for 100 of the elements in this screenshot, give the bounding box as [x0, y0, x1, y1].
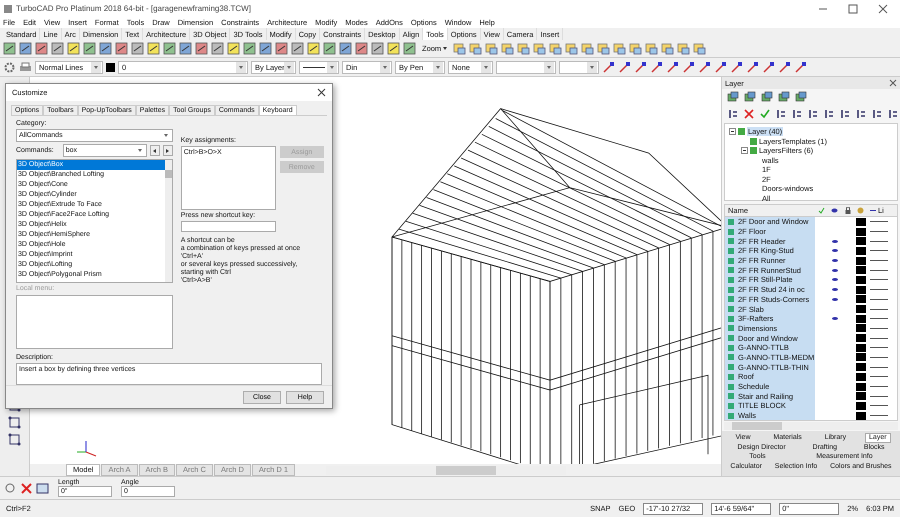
snap-icon[interactable]	[762, 60, 775, 74]
layer-tool-icon[interactable]	[743, 108, 755, 121]
tool-icon[interactable]	[147, 42, 160, 55]
color-swatch[interactable]	[856, 228, 866, 236]
tool-icon[interactable]	[99, 42, 112, 55]
snap-icon[interactable]	[714, 60, 727, 74]
collapse-icon[interactable]	[741, 147, 748, 154]
snap-icon[interactable]	[698, 60, 711, 74]
color-swatch[interactable]	[856, 372, 866, 381]
snap-icon[interactable]	[746, 60, 759, 74]
snap-icon[interactable]	[682, 60, 695, 74]
shortcut-key-field[interactable]	[180, 221, 276, 232]
layer-tool-icon[interactable]	[775, 108, 787, 121]
tool-icon[interactable]	[613, 42, 626, 55]
close-icon[interactable]	[878, 4, 888, 14]
layer-tool-icon[interactable]	[887, 108, 899, 121]
color-swatch[interactable]	[856, 246, 866, 255]
eye-icon[interactable]	[832, 278, 838, 282]
layer-tool-icon[interactable]	[871, 108, 883, 121]
tool-icon[interactable]	[83, 42, 96, 55]
close-icon[interactable]	[317, 88, 326, 97]
tool-icon[interactable]	[115, 42, 128, 55]
horizontal-scrollbar[interactable]	[724, 422, 898, 430]
close-icon[interactable]	[889, 79, 897, 87]
tool-icon[interactable]	[677, 42, 690, 55]
color-icon[interactable]	[857, 207, 864, 214]
color-swatch[interactable]	[856, 266, 866, 274]
tool-icon[interactable]	[179, 42, 192, 55]
color-swatch[interactable]	[856, 314, 866, 323]
snap-icon[interactable]	[634, 60, 647, 74]
tool-icon[interactable]	[307, 42, 320, 55]
tool-icon[interactable]	[51, 42, 64, 55]
printer-icon[interactable]	[19, 60, 32, 74]
eye-icon[interactable]	[832, 259, 838, 262]
layer-tool-icon[interactable]	[823, 108, 835, 121]
tool-icon[interactable]	[211, 42, 224, 55]
table-icon[interactable]	[36, 482, 49, 494]
tool-icon[interactable]	[8, 416, 21, 429]
color-swatch[interactable]	[856, 382, 866, 391]
collapse-icon[interactable]	[729, 128, 736, 136]
tool-icon[interactable]	[323, 42, 336, 55]
tool-icon[interactable]	[485, 42, 498, 55]
tool-icon[interactable]	[275, 42, 288, 55]
layer-tool-icon[interactable]	[744, 91, 757, 104]
tool-icon[interactable]	[453, 42, 466, 55]
color-swatch[interactable]	[856, 218, 866, 226]
layer-tool-icon[interactable]	[807, 108, 819, 121]
tool-icon[interactable]	[35, 42, 48, 55]
eye-icon[interactable]	[832, 288, 838, 292]
tool-icon[interactable]	[661, 42, 674, 55]
tool-icon[interactable]	[565, 42, 578, 55]
tool-icon[interactable]	[533, 42, 546, 55]
tool-icon[interactable]	[501, 42, 514, 55]
tool-icon[interactable]	[339, 42, 352, 55]
tool-icon[interactable]	[259, 42, 272, 55]
tool-icon[interactable]	[243, 42, 256, 55]
layer-tool-icon[interactable]	[727, 91, 740, 104]
gear-icon[interactable]	[3, 60, 16, 74]
maximize-icon[interactable]	[848, 4, 858, 14]
layer-tool-icon[interactable]	[839, 108, 851, 121]
tool-icon[interactable]	[629, 42, 642, 55]
snap-icon[interactable]	[778, 60, 791, 74]
layer-tool-icon[interactable]	[761, 91, 774, 104]
tool-icon[interactable]	[581, 42, 594, 55]
color-swatch[interactable]	[856, 295, 866, 304]
eye-icon[interactable]	[832, 298, 838, 301]
tool-icon[interactable]	[517, 42, 530, 55]
color-swatch[interactable]	[856, 305, 866, 314]
tool-icon[interactable]	[371, 42, 384, 55]
tool-icon[interactable]	[403, 42, 416, 55]
tool-icon[interactable]	[549, 42, 562, 55]
snap-icon[interactable]	[602, 60, 615, 74]
color-swatch[interactable]	[856, 334, 866, 342]
eye-icon[interactable]	[832, 249, 838, 252]
check-icon[interactable]	[818, 207, 825, 214]
color-swatch[interactable]	[856, 402, 866, 410]
layer-tool-icon[interactable]	[791, 108, 803, 121]
eye-icon[interactable]	[832, 240, 838, 243]
eye-icon[interactable]	[832, 317, 838, 320]
snap-icon[interactable]	[618, 60, 631, 74]
snap-icon[interactable]	[794, 60, 807, 74]
layer-tool-icon[interactable]	[795, 91, 808, 104]
tool-icon[interactable]	[19, 42, 32, 55]
tool-icon[interactable]	[469, 42, 482, 55]
color-swatch[interactable]	[856, 324, 866, 332]
color-swatch[interactable]	[856, 276, 866, 284]
color-swatch[interactable]	[106, 62, 115, 72]
color-swatch[interactable]	[856, 353, 866, 362]
layer-tool-icon[interactable]	[778, 91, 791, 104]
color-swatch[interactable]	[856, 237, 866, 246]
tool-icon[interactable]	[387, 42, 400, 55]
tool-icon[interactable]	[4, 482, 17, 494]
vertical-scrollbar[interactable]	[164, 160, 172, 282]
tool-icon[interactable]	[131, 42, 144, 55]
eye-icon[interactable]	[831, 208, 838, 213]
color-swatch[interactable]	[856, 363, 866, 372]
tool-icon[interactable]	[8, 433, 21, 446]
tool-icon[interactable]	[597, 42, 610, 55]
color-swatch[interactable]	[856, 256, 866, 265]
tool-icon[interactable]	[3, 42, 16, 55]
